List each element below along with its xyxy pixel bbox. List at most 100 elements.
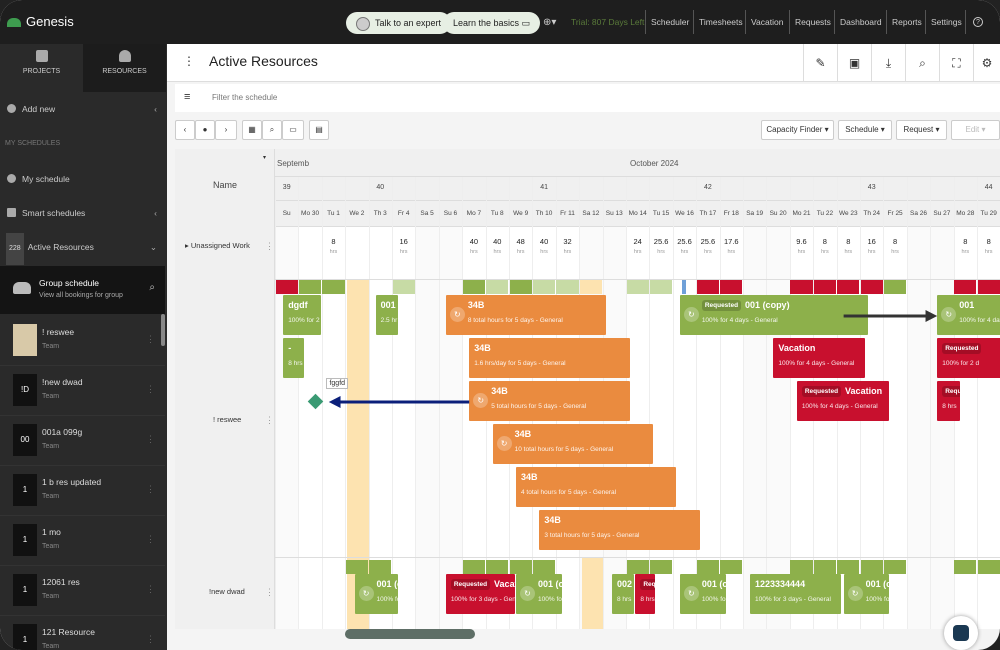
sidebar-item-smart-schedules[interactable]: Smart schedules ‹ (0, 198, 167, 228)
booking-bar[interactable]: ↻001 (co 100% fo (354, 574, 398, 614)
booking-bar[interactable]: ↻ 34B 5 total hours for 5 days - General (469, 381, 630, 421)
more-icon[interactable]: ⋮ (265, 241, 274, 252)
list-item[interactable]: 1 1 mo Team ⋮ (0, 516, 165, 566)
day-label[interactable]: Sa 12 (579, 210, 602, 217)
prev-button[interactable]: ‹ (175, 120, 195, 140)
brand[interactable]: Genesis (7, 14, 74, 29)
trial-status[interactable]: Trial: 807 Days Left (571, 17, 644, 27)
sort-icon[interactable]: ▾ (263, 154, 266, 161)
booking-bar[interactable]: ↻ Requested 001 (copy) 100% for 4 days - Ge… (679, 295, 869, 335)
calendar-icon[interactable]: ▦ (242, 120, 262, 140)
day-label[interactable]: Mo 21 (790, 210, 813, 217)
tab-resources[interactable]: RESOURCES (83, 44, 166, 92)
talk-to-expert-button[interactable]: Talk to an expert (346, 12, 452, 34)
booking-bar[interactable]: 34B 4 total hours for 5 days - General (516, 467, 677, 507)
booking-bar[interactable]: Requested 100% for 2 d (937, 338, 1000, 378)
nav-reports[interactable]: Reports (892, 17, 922, 27)
more-icon[interactable]: ⋮ (146, 334, 155, 345)
request-button[interactable]: Request ▾ (896, 120, 947, 140)
sidebar-item-my-schedule[interactable]: My schedule (0, 164, 167, 194)
day-label[interactable]: Tu 29 (977, 210, 1000, 217)
more-icon[interactable]: ⋮ (146, 384, 155, 395)
chat-button[interactable] (944, 616, 978, 650)
day-label[interactable]: Th 17 (696, 210, 719, 217)
nav-vacation[interactable]: Vacation (751, 17, 783, 27)
horizontal-scrollbar[interactable] (345, 629, 475, 639)
today-button[interactable]: ● (195, 120, 215, 140)
more-icon[interactable]: ⋮ (265, 415, 274, 426)
more-icon[interactable]: ⋮ (265, 587, 274, 598)
day-label[interactable]: Tu 8 (486, 210, 509, 217)
more-icon[interactable]: ⋮ (146, 584, 155, 595)
day-label[interactable]: Tu 22 (813, 210, 836, 217)
nav-requests[interactable]: Requests (795, 17, 831, 27)
day-label[interactable]: We 9 (509, 210, 532, 217)
day-label[interactable]: Th 24 (860, 210, 883, 217)
day-label[interactable]: Mo 7 (462, 210, 485, 217)
booking-bar[interactable]: ↻ 001 (c 100% fo (679, 574, 726, 614)
booking-bar[interactable]: ↻ 34B 10 total hours for 5 days - General (492, 424, 654, 464)
day-label[interactable]: We 16 (673, 210, 696, 217)
add-menu-icon[interactable]: ⊕▾ (543, 17, 556, 28)
save-icon[interactable]: ▣ (837, 44, 871, 82)
group-schedule-item[interactable]: Group schedule View all bookings for gro… (0, 266, 165, 314)
day-label[interactable]: Su 20 (766, 210, 789, 217)
sidebar-item-active-resources[interactable]: 228 Active Resources ⌄ (0, 232, 167, 265)
booking-bar[interactable]: 34B 1.6 hrs/day for 5 days - General (469, 338, 630, 378)
list-item[interactable]: !D !new dwad Team ⋮ (0, 366, 165, 416)
day-label[interactable]: Fr 18 (720, 210, 743, 217)
day-label[interactable]: We 2 (345, 210, 368, 217)
day-label[interactable]: Sa 19 (743, 210, 766, 217)
more-icon[interactable]: ⋮ (146, 434, 155, 445)
day-label[interactable]: Su 13 (603, 210, 626, 217)
nav-dashboard[interactable]: Dashboard (840, 17, 882, 27)
booking-bar[interactable]: ↻001 (co 100% fo (516, 574, 562, 614)
add-new-button[interactable]: Add new ‹ (0, 94, 167, 124)
booking-bar[interactable]: ↻ 001 (c 100% fo (843, 574, 890, 614)
notes-icon[interactable]: ▤ (309, 120, 329, 140)
nav-timesheets[interactable]: Timesheets (699, 17, 743, 27)
booking-bar[interactable]: dgdf 100% for 2 day (283, 295, 321, 335)
day-label[interactable]: Su 27 (930, 210, 953, 217)
kebab-menu-icon[interactable]: ⋮ (183, 54, 195, 68)
list-item[interactable]: ! reswee Team ⋮ (0, 316, 165, 366)
edit-button[interactable]: Edit ▾ (951, 120, 1000, 140)
more-icon[interactable]: ⋮ (146, 534, 155, 545)
booking-bar[interactable]: 34B 3 total hours for 5 days - General (539, 510, 700, 550)
monitor-icon[interactable]: ▭ (282, 120, 304, 140)
nav-scheduler[interactable]: Scheduler (651, 17, 689, 27)
day-label[interactable]: Tu 15 (649, 210, 672, 217)
day-label[interactable]: Th 10 (532, 210, 555, 217)
gear-icon[interactable]: ⚙ (973, 44, 1000, 82)
list-item[interactable]: 1 12061 res Team ⋮ (0, 566, 165, 616)
booking-bar[interactable]: ↻ 34B 8 total hours for 5 days - General (445, 295, 607, 335)
unassigned-work-row[interactable]: ▸ Unassigned Work (185, 241, 250, 250)
day-label[interactable]: Mo 14 (626, 210, 649, 217)
tab-projects[interactable]: PROJECTS (0, 44, 83, 92)
zoom-icon[interactable]: ⌕ (262, 120, 282, 140)
booking-bar[interactable]: 001 2.5 hr (375, 295, 398, 335)
capacity-finder-button[interactable]: Capacity Finder ▾ (761, 120, 834, 140)
help-icon[interactable]: ? (973, 17, 983, 27)
booking-bar[interactable]: Req 8 hrs (635, 574, 656, 614)
day-label[interactable]: Sa 5 (415, 210, 438, 217)
list-item[interactable]: 1 121 Resource Team ⋮ (0, 616, 165, 650)
booking-bar[interactable]: RequestedVacatio 100% for 3 days - Genera (445, 574, 515, 614)
nav-settings[interactable]: Settings (931, 17, 962, 27)
search-icon[interactable]: ⌕ (905, 44, 939, 82)
day-label[interactable]: Th 3 (369, 210, 392, 217)
booking-bar[interactable]: - 8 hrs (283, 338, 305, 378)
day-label[interactable]: Tu 1 (322, 210, 345, 217)
edit-pencil-icon[interactable]: ✎ (803, 44, 837, 82)
booking-bar[interactable]: Reque 8 hrs (937, 381, 960, 421)
day-label[interactable]: Sa 26 (907, 210, 930, 217)
download-icon[interactable]: ⤓ (871, 44, 905, 82)
day-label[interactable]: Su 6 (439, 210, 462, 217)
more-icon[interactable]: ⋮ (146, 484, 155, 495)
day-label[interactable]: Su (275, 210, 298, 217)
filter-bar[interactable]: ≡ Filter the schedule (175, 84, 1000, 112)
booking-bar[interactable]: 1223334444 100% for 3 days - General (750, 574, 842, 614)
booking-bar[interactable]: ↻001 100% for 4 days (937, 295, 1000, 335)
booking-bar[interactable]: 002 8 hrs (611, 574, 635, 614)
day-label[interactable]: Fr 4 (392, 210, 415, 217)
